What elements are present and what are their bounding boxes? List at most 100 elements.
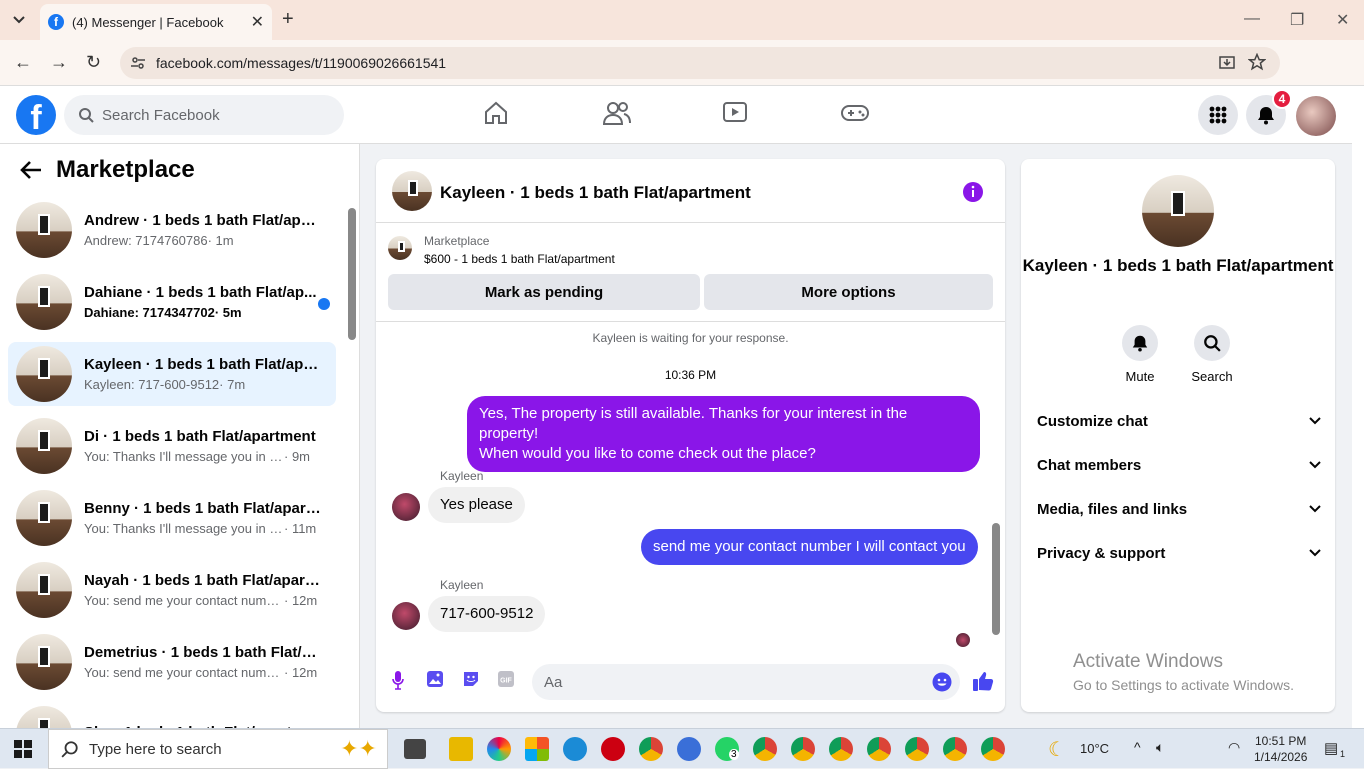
wifi-icon[interactable]: ◠: [1228, 739, 1240, 756]
site-settings-icon: [131, 57, 145, 69]
notification-count-badge: 4: [1272, 89, 1292, 109]
incoming-message[interactable]: Yes please: [428, 487, 525, 523]
tray-chevron-up-icon[interactable]: ^: [1134, 739, 1141, 755]
listing-thumbnail: [16, 634, 72, 690]
outgoing-message[interactable]: send me your contact number I will conta…: [641, 529, 978, 565]
conversation-item[interactable]: Kayleen · 1 beds 1 bath Flat/apar... Kayl…: [8, 342, 336, 406]
chrome-icon[interactable]: [905, 737, 929, 761]
install-app-icon: [1219, 56, 1235, 69]
conversation-item[interactable]: Sky · 1 beds 1 bath Flat/apartment: [8, 702, 336, 728]
windows-taskbar: Type here to search ✦✦ 3 ☾ 10°C ^ 🔈︎ ◠ 1…: [0, 728, 1364, 769]
conversation-item[interactable]: Benny · 1 beds 1 bath Flat/apart... You: …: [8, 486, 336, 550]
contact-avatar[interactable]: [1142, 175, 1214, 247]
conversation-time: · 12m: [284, 593, 318, 608]
task-view-icon[interactable]: [404, 739, 426, 759]
clock-date: 1/14/2026: [1254, 750, 1308, 764]
weather-temperature[interactable]: 10°C: [1080, 741, 1109, 756]
chrome-icon[interactable]: [943, 737, 967, 761]
listing-thumbnail: [16, 490, 72, 546]
close-window-icon[interactable]: ✕: [1336, 10, 1349, 30]
tab-search-button[interactable]: [4, 6, 34, 34]
conversation-preview: You: send me your contact numb...: [84, 593, 284, 608]
sender-avatar[interactable]: [392, 493, 420, 521]
restore-icon[interactable]: ❐: [1290, 10, 1304, 30]
reload-icon[interactable]: ↻: [86, 52, 101, 73]
like-thumbs-up-icon: [973, 672, 994, 691]
section-label: Chat members: [1037, 456, 1142, 474]
facebook-search[interactable]: [64, 95, 344, 135]
list-scrollbar[interactable]: [347, 194, 356, 714]
browser-tab-bar: f (4) Messenger | Facebook ✕ + — ❐ ✕: [0, 0, 1364, 40]
file-explorer-icon[interactable]: [449, 737, 473, 761]
chat-title[interactable]: Kayleen · 1 beds 1 bath Flat/apartment: [440, 183, 751, 203]
conversation-time: · 1m: [207, 233, 234, 248]
facebook-logo-icon[interactable]: f: [16, 95, 56, 137]
facebook-search-input[interactable]: [102, 106, 322, 124]
conversation-item[interactable]: Andrew · 1 beds 1 bath Flat/apar... Andre…: [8, 198, 336, 262]
tab-title: (4) Messenger | Facebook: [72, 14, 224, 30]
listing-description[interactable]: $600 - 1 beds 1 bath Flat/apartment: [424, 252, 615, 266]
taskbar-search[interactable]: Type here to search ✦✦: [48, 729, 388, 769]
store-icon[interactable]: [525, 737, 549, 761]
message-input[interactable]: [532, 664, 960, 700]
incoming-message[interactable]: 717-600-9512: [428, 596, 546, 632]
chrome-icon[interactable]: [829, 737, 853, 761]
notification-center-count: 1: [1340, 749, 1346, 759]
chrome-icon[interactable]: [981, 737, 1005, 761]
privacy-support-section[interactable]: Privacy & support: [1037, 541, 1321, 565]
sender-avatar[interactable]: [392, 602, 420, 630]
mute-button[interactable]: Mute: [1110, 325, 1170, 384]
chat-members-section[interactable]: Chat members: [1037, 453, 1321, 477]
notification-center-icon[interactable]: ▤: [1324, 739, 1338, 757]
back-icon[interactable]: ←: [14, 52, 32, 73]
search-icon: [61, 741, 78, 758]
conversation-item[interactable]: Di · 1 beds 1 bath Flat/apartment You: Th…: [8, 414, 336, 478]
chat-scrollbar[interactable]: [990, 323, 1002, 653]
browser-tab[interactable]: f (4) Messenger | Facebook ✕: [40, 4, 272, 40]
chrome-icon[interactable]: [867, 737, 891, 761]
active-app-icon[interactable]: [677, 737, 701, 761]
conversation-time: · 11m: [284, 521, 317, 536]
chrome-icon[interactable]: [753, 737, 777, 761]
volume-icon[interactable]: 🔈︎: [1156, 739, 1164, 756]
waiting-notice: Kayleen is waiting for your response.: [592, 331, 789, 345]
close-tab-icon[interactable]: ✕: [251, 12, 264, 32]
message-text: When would you like to come check out th…: [479, 445, 816, 462]
minimize-icon[interactable]: —: [1244, 10, 1260, 28]
omnibox[interactable]: facebook.com/messages/t/1190069026661541: [120, 47, 1280, 79]
edge-icon[interactable]: [563, 737, 587, 761]
chat-avatar[interactable]: [392, 171, 432, 211]
taskbar-clock[interactable]: 10:51 PM 1/14/2026: [1254, 733, 1307, 765]
conversation-name: Demetrius · 1 beds 1 bath Flat/a...: [84, 644, 322, 661]
listing-thumbnail[interactable]: [388, 236, 412, 260]
new-tab-button[interactable]: +: [282, 8, 294, 31]
outgoing-message[interactable]: Yes, The property is still available. Th…: [467, 396, 980, 472]
app-icon[interactable]: [601, 737, 625, 761]
mute-label: Mute: [1125, 369, 1155, 384]
more-options-button[interactable]: More options: [704, 274, 993, 310]
conversation-item[interactable]: Demetrius · 1 beds 1 bath Flat/a... You: …: [8, 630, 336, 694]
listing-thumbnail: [16, 274, 72, 330]
conversation-item[interactable]: Dahiane · 1 beds 1 bath Flat/ap... Dahian…: [8, 270, 336, 334]
media-files-links-section[interactable]: Media, files and links: [1037, 497, 1321, 521]
menu-grid-button[interactable]: [1198, 95, 1238, 135]
forward-icon[interactable]: →: [50, 52, 68, 73]
chrome-icon[interactable]: [639, 737, 663, 761]
chat-window: Kayleen · 1 beds 1 bath Flat/apartment M…: [376, 159, 1005, 712]
conversation-item[interactable]: Nayah · 1 beds 1 bath Flat/apart... You: …: [8, 558, 336, 622]
whatsapp-icon[interactable]: 3: [715, 737, 739, 761]
search-icon: [79, 108, 94, 123]
conversation-name: Benny · 1 beds 1 bath Flat/apart...: [84, 500, 322, 517]
weather-moon-icon[interactable]: ☾: [1048, 737, 1066, 762]
account-avatar[interactable]: [1296, 96, 1336, 136]
copilot-icon[interactable]: [487, 737, 511, 761]
whatsapp-badge: 3: [729, 749, 739, 760]
customize-chat-section[interactable]: Customize chat: [1037, 409, 1321, 433]
page-scrollbar[interactable]: [1352, 86, 1364, 728]
grid-icon: [1209, 106, 1227, 124]
sticker-icon: [464, 672, 478, 686]
listing-thumbnail: [16, 418, 72, 474]
search-conversation-button[interactable]: Search: [1182, 325, 1242, 384]
mark-as-pending-button[interactable]: Mark as pending: [388, 274, 700, 310]
chrome-icon[interactable]: [791, 737, 815, 761]
